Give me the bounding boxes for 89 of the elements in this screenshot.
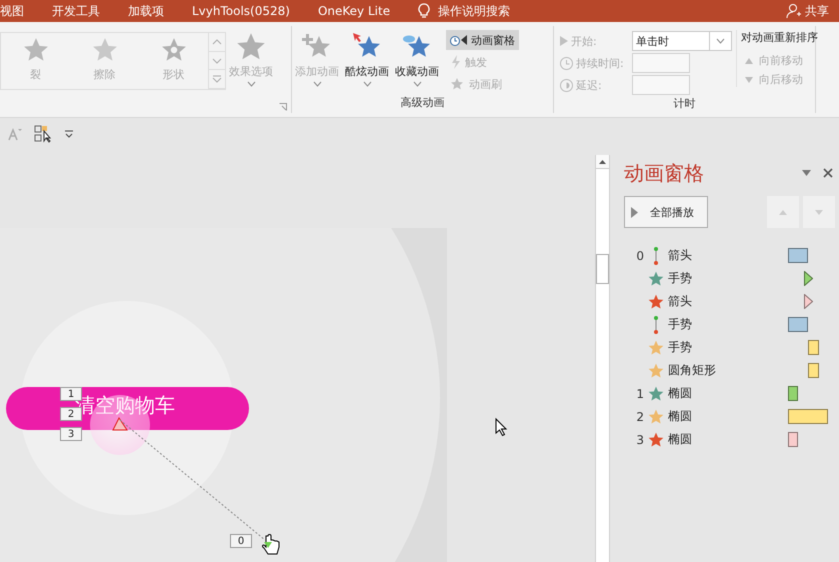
mouse-pointer-icon xyxy=(495,418,507,436)
caret-icon xyxy=(246,81,256,87)
pane-title: 动画窗格 xyxy=(624,160,705,186)
font-size-icon xyxy=(8,127,22,141)
animation-item-name[interactable]: 椭圆 xyxy=(668,431,788,448)
share-button[interactable]: 共享 xyxy=(805,2,829,20)
group-title: 计时 xyxy=(674,96,696,112)
select-objects-button[interactable] xyxy=(34,125,52,143)
star-icon xyxy=(648,294,664,310)
star-icon xyxy=(648,270,664,286)
order-number: 0 xyxy=(635,248,644,262)
play-all-button[interactable]: 全部播放 xyxy=(624,196,708,228)
selection-pane-icon xyxy=(34,125,52,143)
animation-item-name[interactable]: 手势 xyxy=(668,339,788,356)
star-outline-icon xyxy=(160,37,186,63)
order-number: 1 xyxy=(635,386,644,400)
font-size-button[interactable] xyxy=(8,127,22,141)
person-add-icon xyxy=(786,3,802,19)
menu-tab[interactable]: OneKey Lite xyxy=(318,4,404,18)
play-icon xyxy=(560,36,568,46)
triangle-up-icon xyxy=(599,160,606,164)
star-icon xyxy=(648,408,664,424)
star-icon xyxy=(22,37,48,63)
animation-order-tag: 1 xyxy=(60,387,82,401)
star-icon xyxy=(648,432,664,448)
chevron-up-icon xyxy=(212,38,222,45)
chevron-down-icon xyxy=(212,58,222,64)
animation-item-name[interactable]: 手势 xyxy=(668,316,788,333)
menu-tab[interactable]: 开发工具 xyxy=(52,2,114,20)
delay-label: 延迟: xyxy=(576,78,602,92)
animation-order-tag: 2 xyxy=(60,407,82,421)
triangle-up-icon xyxy=(745,58,753,64)
clock-icon xyxy=(560,56,573,70)
group-title: 高级动画 xyxy=(400,95,444,111)
animation-item-name[interactable]: 椭圆 xyxy=(668,408,788,425)
duration-field[interactable] xyxy=(632,53,690,73)
reorder-title: 对动画重新排序 xyxy=(741,30,818,45)
animation-order-tag: 3 xyxy=(60,427,82,441)
caret-icon xyxy=(412,81,422,87)
duration-label: 持续时间: xyxy=(576,56,624,70)
caret-icon xyxy=(802,170,811,176)
customize-toolbar-button[interactable] xyxy=(64,130,74,138)
close-icon xyxy=(823,168,833,178)
chevron-down-icon xyxy=(716,38,725,44)
scroll-up-button[interactable] xyxy=(596,155,609,169)
order-number: 2 xyxy=(635,410,644,424)
triangle-down-icon xyxy=(815,210,823,214)
lightbulb-icon xyxy=(418,3,430,19)
triangle-down-icon xyxy=(745,76,753,82)
dialog-launcher-icon xyxy=(279,103,287,111)
menu-tab[interactable]: 加载项 xyxy=(128,2,178,20)
animation-item-name[interactable]: 手势 xyxy=(668,270,788,287)
star-icon xyxy=(648,386,664,402)
start-label: 开始: xyxy=(571,34,597,48)
cursor-marker-icon xyxy=(112,417,128,431)
animation-item-name[interactable]: 圆角矩形 xyxy=(668,362,788,379)
caret-icon xyxy=(312,81,322,87)
tell-me-search[interactable]: 操作说明搜索 xyxy=(438,2,510,20)
menu-tab[interactable]: 视图 xyxy=(0,2,38,20)
more-chevron-icon xyxy=(212,75,222,84)
animation-item-name[interactable]: 箭头 xyxy=(668,293,788,310)
caret-icon xyxy=(362,81,372,87)
order-number: 3 xyxy=(635,432,644,446)
move-down-button[interactable] xyxy=(803,196,835,228)
motion-path-icon xyxy=(653,316,659,334)
animation-item-name[interactable]: 椭圆 xyxy=(668,385,788,402)
star-icon xyxy=(92,37,118,63)
start-dropdown[interactable]: 单击时 xyxy=(632,31,732,51)
clock-play-icon xyxy=(450,33,468,47)
animation-order-tag: 0 xyxy=(230,534,252,548)
animation-item-name[interactable]: 箭头 xyxy=(668,247,788,264)
delay-clock-icon xyxy=(560,78,573,92)
scrollbar-thumb[interactable] xyxy=(596,254,609,284)
animation-button[interactable]: 收藏动画 xyxy=(392,30,442,89)
star-icon xyxy=(648,362,664,378)
star-icon xyxy=(236,32,266,62)
hand-cursor-icon xyxy=(261,533,281,557)
menu-tab[interactable]: LvyhTools(0528) xyxy=(192,4,304,18)
triangle-up-icon xyxy=(779,210,787,214)
delay-field[interactable] xyxy=(632,75,690,95)
ribbon-small-button[interactable]: 动画窗格 xyxy=(446,30,519,50)
vertical-scrollbar[interactable] xyxy=(595,155,610,562)
lightning-icon xyxy=(450,55,462,69)
animation-button[interactable]: 酷炫动画 xyxy=(342,30,392,89)
play-icon xyxy=(631,206,638,218)
motion-path-icon xyxy=(653,246,659,264)
move-up-button[interactable] xyxy=(767,196,799,228)
star-icon xyxy=(648,340,664,356)
customize-caret-icon xyxy=(64,130,74,138)
